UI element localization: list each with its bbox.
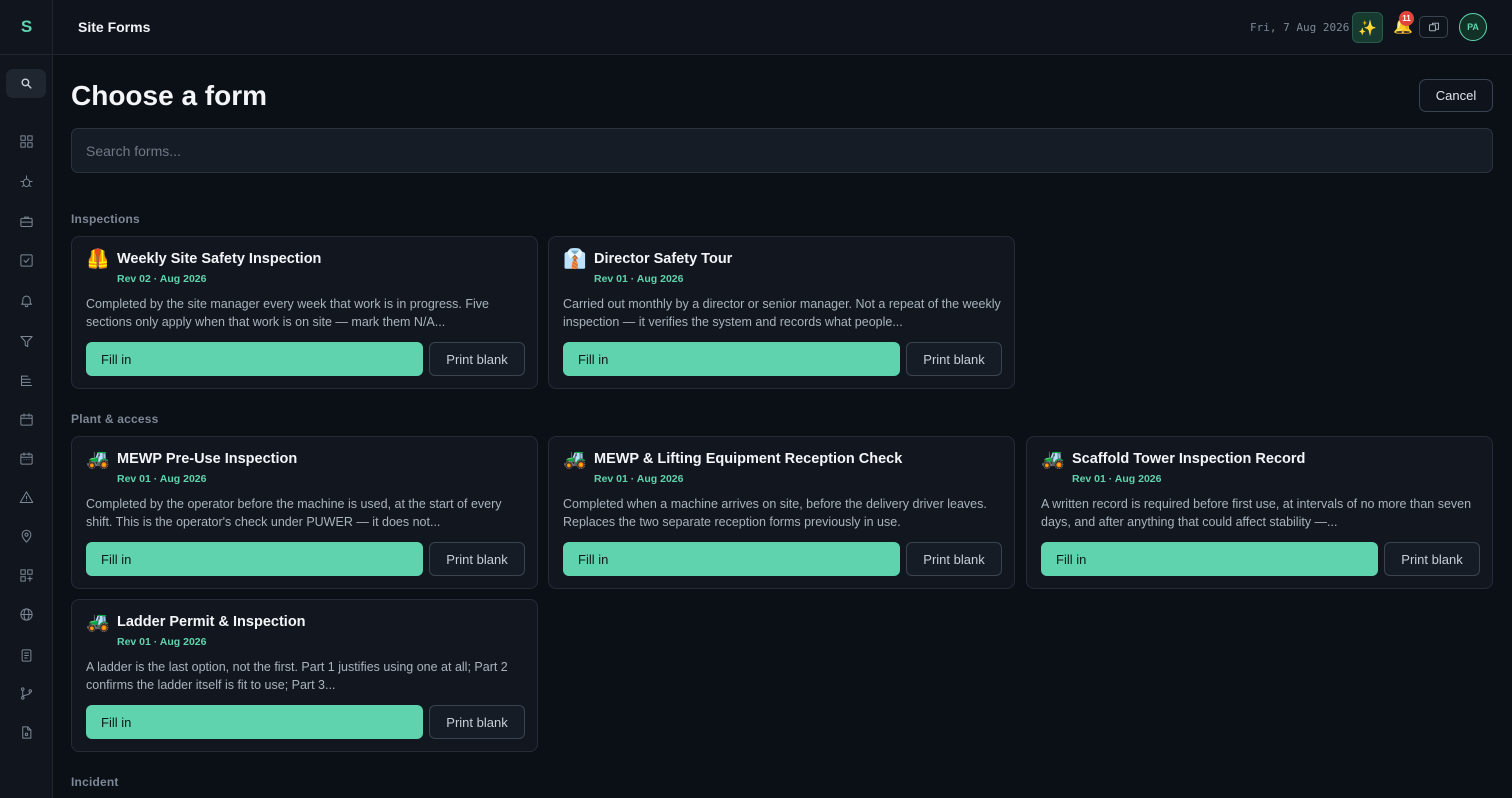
warning-icon <box>19 490 33 503</box>
grid-icon <box>19 134 33 148</box>
calendar-icon <box>19 412 33 426</box>
print-blank-button[interactable]: Print blank <box>906 342 1002 376</box>
form-revision: Rev 01 · Aug 2026 <box>117 636 207 648</box>
globe-icon <box>19 607 33 621</box>
sidebar-item-tasks[interactable] <box>16 250 36 270</box>
form-revision: Rev 01 · Aug 2026 <box>1072 473 1162 485</box>
sparkle-icon: ✨ <box>1358 19 1377 37</box>
safety-vest-icon: 🦺 <box>86 249 110 270</box>
fill-in-button[interactable]: Fill in <box>86 342 423 376</box>
current-date: Fri, 7 Aug 2026 <box>1250 21 1350 34</box>
bell-icon <box>20 295 32 307</box>
document-icon <box>21 648 31 662</box>
form-description: A ladder is the last option, not the fir… <box>86 660 508 692</box>
sidebar-item-dashboard[interactable] <box>16 131 36 151</box>
tractor-icon: 🚜 <box>86 449 110 470</box>
page-title: Choose a form <box>71 80 268 111</box>
form-card: 👔 Director Safety Tour Rev 01 · Aug 2026… <box>548 236 1015 389</box>
form-card: 🚜 Scaffold Tower Inspection Record Rev 0… <box>1026 436 1493 589</box>
form-card: 🚜 MEWP Pre-Use Inspection Rev 01 · Aug 2… <box>71 436 538 589</box>
bug-icon <box>19 174 33 187</box>
form-title: Weekly Site Safety Inspection <box>117 251 322 267</box>
form-card: 🦺 Weekly Site Safety Inspection Rev 02 ·… <box>71 236 538 389</box>
calendar-days-icon <box>19 451 33 465</box>
sidebar-item-apps[interactable] <box>16 565 36 585</box>
form-revision: Rev 01 · Aug 2026 <box>594 473 684 485</box>
app-logo[interactable]: S <box>0 0 53 55</box>
form-description: Carried out monthly by a director or sen… <box>563 297 1001 329</box>
ai-assistant-button[interactable]: ✨ <box>1352 12 1383 43</box>
print-blank-button[interactable]: Print blank <box>906 542 1002 576</box>
form-description: Completed by the operator before the mac… <box>86 497 502 529</box>
form-title: Scaffold Tower Inspection Record <box>1072 451 1306 467</box>
sidebar-item-issues[interactable] <box>16 171 36 191</box>
print-blank-button[interactable]: Print blank <box>429 705 525 739</box>
sidebar-item-documents[interactable] <box>16 645 36 665</box>
form-title: MEWP Pre-Use Inspection <box>117 451 298 467</box>
section-heading-plant-access: Plant & access <box>71 412 159 426</box>
form-title: Director Safety Tour <box>594 251 733 267</box>
section-heading-inspections: Inspections <box>71 212 140 226</box>
sidebar: S <box>0 0 53 798</box>
sidebar-item-calendar[interactable] <box>16 409 36 429</box>
print-blank-button[interactable]: Print blank <box>429 342 525 376</box>
fill-in-button[interactable]: Fill in <box>563 342 900 376</box>
apps-icon <box>19 568 33 582</box>
check-square-icon <box>19 253 33 267</box>
top-bar: Site Forms Fri, 7 Aug 2026 ✨ 🔔 11 PA <box>53 0 1512 55</box>
notification-count-badge: 11 <box>1399 11 1414 26</box>
fill-in-button[interactable]: Fill in <box>86 705 423 739</box>
print-blank-button[interactable]: Print blank <box>1384 542 1480 576</box>
search-input[interactable] <box>71 128 1493 173</box>
sidebar-item-hazards[interactable] <box>16 487 36 507</box>
sidebar-item-projects[interactable] <box>16 211 36 231</box>
sidebar-item-workflows[interactable] <box>16 683 36 703</box>
section-heading-incident: Incident <box>71 775 119 789</box>
search-icon <box>20 78 32 89</box>
briefcase-icon <box>19 216 33 227</box>
form-revision: Rev 02 · Aug 2026 <box>117 273 207 285</box>
switch-window-button[interactable] <box>1419 16 1448 38</box>
windows-icon <box>1428 22 1439 32</box>
form-revision: Rev 01 · Aug 2026 <box>594 273 684 285</box>
cancel-button[interactable]: Cancel <box>1419 79 1493 112</box>
tractor-icon: 🚜 <box>1041 449 1065 470</box>
form-card: 🚜 Ladder Permit & Inspection Rev 01 · Au… <box>71 599 538 752</box>
form-card: 🚜 MEWP & Lifting Equipment Reception Che… <box>548 436 1015 589</box>
sidebar-item-schedule[interactable] <box>16 448 36 468</box>
print-blank-button[interactable]: Print blank <box>429 542 525 576</box>
fill-in-button[interactable]: Fill in <box>563 542 900 576</box>
file-icon <box>21 725 31 739</box>
director-icon: 👔 <box>563 249 587 270</box>
fill-in-button[interactable]: Fill in <box>86 542 423 576</box>
list-icon <box>20 375 32 386</box>
user-avatar[interactable]: PA <box>1459 13 1487 41</box>
form-revision: Rev 01 · Aug 2026 <box>117 473 207 485</box>
form-description: Completed by the site manager every week… <box>86 297 489 329</box>
form-description: Completed when a machine arrives on site… <box>563 497 987 529</box>
git-branch-icon <box>20 686 32 700</box>
sidebar-item-locations[interactable] <box>16 526 36 546</box>
sidebar-item-alerts[interactable] <box>16 290 36 310</box>
form-title: MEWP & Lifting Equipment Reception Check <box>594 451 903 467</box>
map-pin-icon <box>21 529 31 543</box>
fill-in-button[interactable]: Fill in <box>1041 542 1378 576</box>
form-title: Ladder Permit & Inspection <box>117 614 306 630</box>
app-title: Site Forms <box>78 19 151 35</box>
sidebar-search-button[interactable] <box>6 69 46 98</box>
filter-icon <box>19 335 33 347</box>
sidebar-item-global[interactable] <box>16 604 36 624</box>
tractor-icon: 🚜 <box>563 449 587 470</box>
form-description: A written record is required before firs… <box>1041 497 1472 529</box>
sidebar-item-registers[interactable] <box>16 370 36 390</box>
sidebar-item-filters[interactable] <box>16 331 36 351</box>
sidebar-item-files[interactable] <box>16 722 36 742</box>
tractor-icon: 🚜 <box>86 612 110 633</box>
